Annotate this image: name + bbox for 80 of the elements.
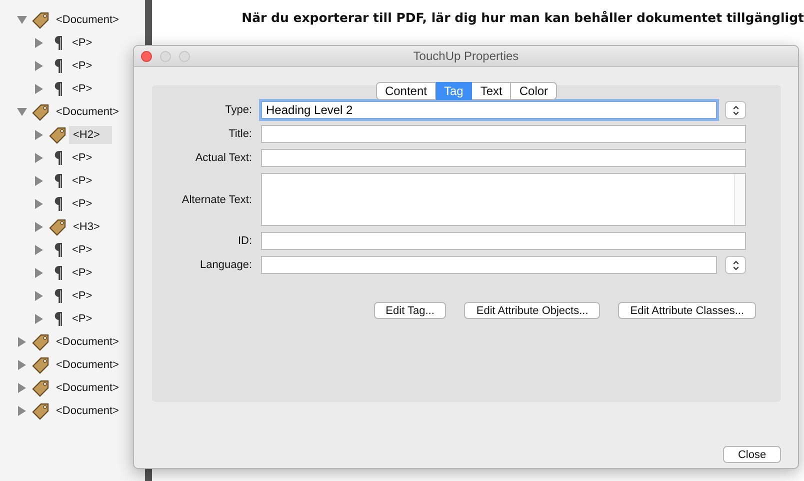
field-label: Type: bbox=[224, 104, 253, 116]
document-heading: När du exporterar till PDF, lär dig hur man kan behåller dokumentet tillgängligt bbox=[242, 10, 804, 25]
paragraph-icon bbox=[53, 242, 63, 258]
tab[interactable]: Color bbox=[511, 82, 558, 100]
disclosure-triangle-icon[interactable] bbox=[16, 382, 28, 394]
field-label: Title: bbox=[228, 128, 253, 140]
disclosure-triangle-icon[interactable] bbox=[33, 174, 45, 186]
combo-field[interactable] bbox=[261, 256, 717, 274]
tag-icon bbox=[32, 402, 50, 420]
tree-item[interactable]: <P> bbox=[68, 286, 96, 304]
paragraph-icon bbox=[53, 172, 63, 188]
disclosure-triangle-icon[interactable] bbox=[33, 244, 45, 256]
disclosure-triangle-icon[interactable] bbox=[16, 404, 28, 416]
stepper-button[interactable] bbox=[725, 101, 746, 119]
tag-icon bbox=[32, 102, 50, 120]
text-field[interactable] bbox=[261, 232, 746, 250]
chevrons-icon bbox=[732, 260, 740, 270]
paragraph-icon bbox=[53, 288, 63, 304]
tree-item[interactable]: <Document> bbox=[52, 402, 123, 420]
paragraph-icon bbox=[53, 34, 63, 50]
tree-item[interactable]: <P> bbox=[68, 194, 96, 212]
field-label: ID: bbox=[236, 235, 253, 247]
tag-icon bbox=[49, 218, 67, 236]
tag-icon bbox=[32, 332, 50, 350]
disclosure-triangle-icon[interactable] bbox=[33, 198, 45, 210]
disclosure-triangle-icon[interactable] bbox=[16, 336, 28, 348]
tree-item[interactable]: <P> bbox=[68, 240, 96, 258]
chevrons-icon bbox=[732, 104, 740, 116]
tree-item[interactable]: <P> bbox=[68, 56, 96, 74]
disclosure-triangle-icon[interactable] bbox=[16, 106, 28, 118]
disclosure-triangle-icon[interactable] bbox=[33, 82, 45, 94]
field-label: Alternate Text: bbox=[180, 194, 253, 206]
disclosure-triangle-icon[interactable] bbox=[33, 60, 45, 72]
dialog-button[interactable]: Edit Attribute Classes... bbox=[618, 302, 756, 319]
close-button[interactable]: Close bbox=[723, 446, 781, 463]
tree-item[interactable]: <P> bbox=[68, 34, 96, 52]
disclosure-triangle-icon[interactable] bbox=[33, 290, 45, 302]
disclosure-triangle-icon[interactable] bbox=[16, 14, 28, 26]
paragraph-icon bbox=[53, 80, 63, 96]
text-field[interactable] bbox=[261, 125, 746, 143]
tag-icon bbox=[49, 126, 67, 144]
dialog-button[interactable]: Edit Tag... bbox=[374, 302, 446, 319]
tab[interactable]: Content bbox=[376, 82, 436, 100]
tag-icon bbox=[32, 378, 50, 396]
disclosure-triangle-icon[interactable] bbox=[33, 36, 45, 48]
tree-item[interactable]: <Document> bbox=[52, 378, 123, 396]
tree-item[interactable]: <H3> bbox=[69, 218, 104, 236]
tag-icon bbox=[32, 356, 50, 374]
stepper-button[interactable] bbox=[725, 256, 746, 274]
window-title: TouchUp Properties bbox=[412, 49, 520, 63]
disclosure-triangle-icon[interactable] bbox=[33, 266, 45, 278]
tree-item[interactable]: <P> bbox=[68, 264, 96, 282]
tree-item[interactable]: <Document> bbox=[52, 332, 123, 350]
tree-item[interactable]: <H2> bbox=[69, 126, 112, 144]
field-label: Actual Text: bbox=[194, 152, 253, 164]
tree-item[interactable]: <P> bbox=[68, 148, 96, 166]
field-label: Language: bbox=[199, 259, 253, 271]
disclosure-triangle-icon[interactable] bbox=[16, 358, 28, 370]
text-field[interactable] bbox=[261, 149, 746, 167]
combo-field[interactable]: Heading Level 2 bbox=[261, 101, 717, 119]
text-area[interactable] bbox=[261, 173, 746, 226]
disclosure-triangle-icon[interactable] bbox=[33, 152, 45, 164]
close-icon[interactable] bbox=[141, 50, 152, 62]
tag-icon bbox=[32, 10, 50, 28]
tab[interactable]: Text bbox=[472, 82, 512, 100]
paragraph-icon bbox=[53, 264, 63, 280]
tree-item[interactable]: <Document> bbox=[52, 102, 123, 120]
tree-item[interactable]: <P> bbox=[68, 172, 96, 190]
tree-item[interactable]: <Document> bbox=[52, 10, 123, 28]
paragraph-icon bbox=[53, 58, 63, 74]
tree-item[interactable]: <P> bbox=[68, 80, 96, 98]
dialog-button[interactable]: Edit Attribute Objects... bbox=[464, 302, 600, 319]
paragraph-icon bbox=[53, 150, 63, 166]
tree-item[interactable]: <P> bbox=[68, 310, 96, 328]
tree-item[interactable]: <Document> bbox=[52, 356, 123, 374]
paragraph-icon bbox=[53, 310, 63, 326]
disclosure-triangle-icon[interactable] bbox=[33, 220, 45, 232]
disclosure-triangle-icon[interactable] bbox=[33, 312, 45, 324]
paragraph-icon bbox=[53, 196, 63, 212]
disclosure-triangle-icon[interactable] bbox=[33, 128, 45, 140]
